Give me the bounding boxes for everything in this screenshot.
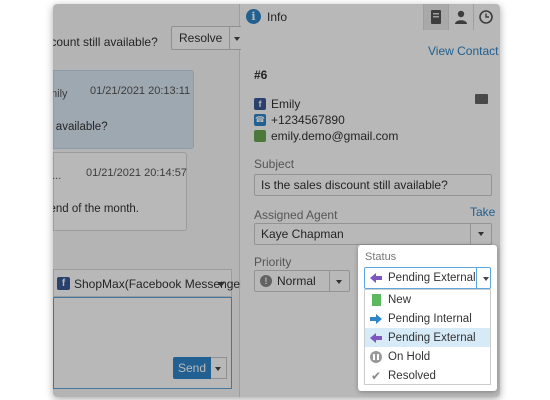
status-selected-value: Pending External (388, 272, 476, 284)
option-label: On Hold (388, 350, 431, 363)
status-options-list: New Pending Internal Pending External On… (364, 289, 491, 385)
status-label: Status (365, 251, 397, 263)
status-dropdown-caret[interactable] (475, 268, 490, 288)
option-label: New (388, 293, 412, 306)
status-option-pending-internal[interactable]: Pending Internal (365, 309, 490, 328)
status-select[interactable]: Pending External (364, 267, 491, 289)
pause-icon (370, 350, 382, 363)
status-value-area: Pending External (365, 268, 476, 288)
status-option-pending-external[interactable]: Pending External (365, 328, 490, 347)
status-option-resolved[interactable]: ✔ Resolved (365, 366, 490, 385)
status-option-new[interactable]: New (365, 290, 490, 309)
arrow-left-icon (370, 272, 382, 284)
option-label: Resolved (388, 369, 436, 382)
status-option-on-hold[interactable]: On Hold (365, 347, 490, 366)
arrow-right-icon (370, 313, 382, 325)
status-popup: Status Pending External New Pending Inte… (358, 245, 497, 391)
option-label: Pending External (388, 331, 476, 344)
option-label: Pending Internal (388, 312, 472, 325)
new-icon (372, 293, 381, 306)
arrow-left-icon (370, 332, 382, 344)
check-icon: ✔ (370, 368, 382, 383)
